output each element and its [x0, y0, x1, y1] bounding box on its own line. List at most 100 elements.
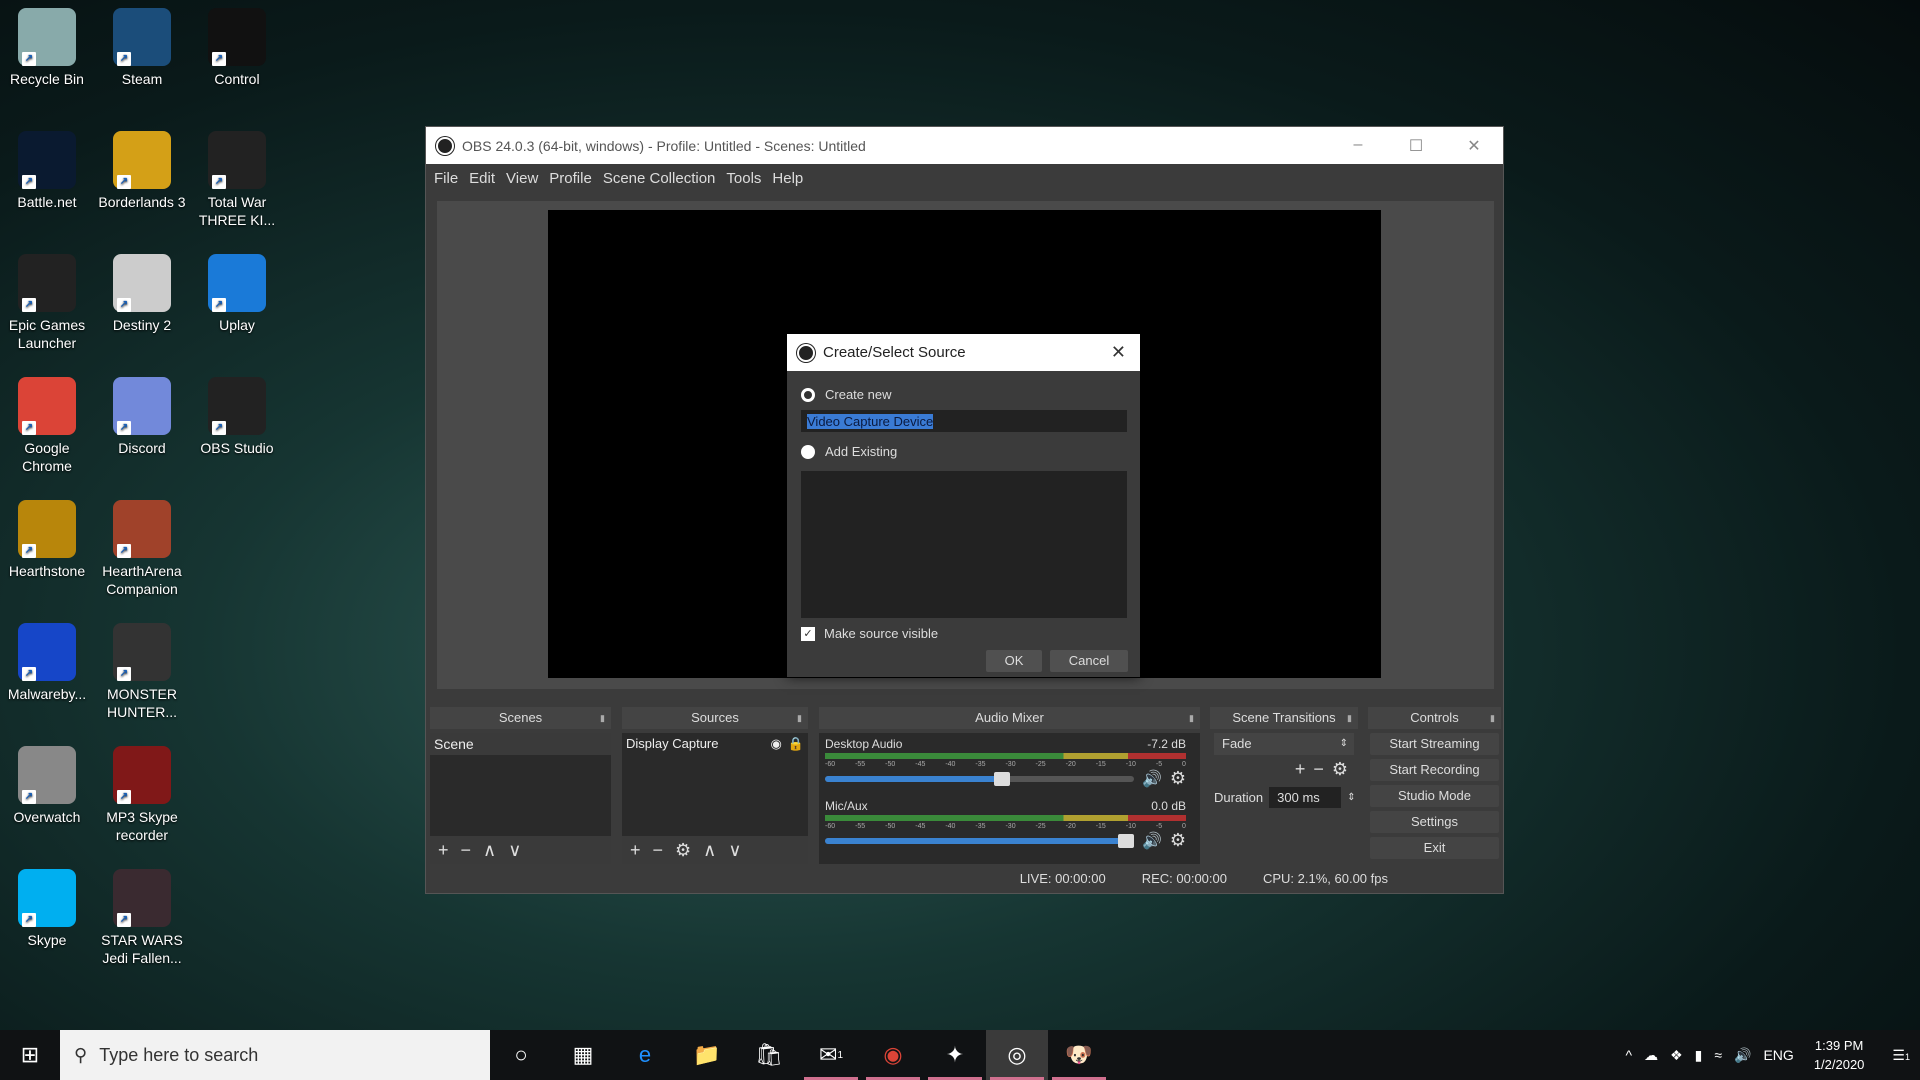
battery-icon[interactable]: ▮: [1695, 1047, 1703, 1064]
existing-sources-list[interactable]: [801, 471, 1127, 618]
float-icon[interactable]: ▮: [797, 707, 802, 729]
duration-spinner[interactable]: ⇕: [1347, 792, 1355, 803]
desktop-icon[interactable]: ↗ Google Chrome: [0, 373, 94, 475]
desktop-icon[interactable]: ↗ Destiny 2: [95, 250, 189, 334]
desktop-icon[interactable]: ↗ MP3 Skype recorder: [95, 742, 189, 844]
dialog-close-button[interactable]: ✕: [1111, 342, 1126, 363]
search-box[interactable]: ⚲ Type here to search: [60, 1030, 490, 1080]
desktop-icon[interactable]: ↗ MONSTER HUNTER...: [95, 619, 189, 721]
menu-edit[interactable]: Edit: [469, 170, 495, 187]
edge-icon[interactable]: e: [614, 1030, 676, 1080]
task-view-icon[interactable]: ▦: [552, 1030, 614, 1080]
remove-icon[interactable]: −: [461, 840, 472, 861]
speaker-icon[interactable]: 🔊: [1142, 769, 1162, 789]
gear-icon[interactable]: ⚙: [675, 840, 691, 861]
start-button[interactable]: ⊞: [0, 1030, 60, 1080]
desktop-icon[interactable]: ↗ Recycle Bin: [0, 4, 94, 88]
store-icon[interactable]: 🛍: [738, 1030, 800, 1080]
start-recording-button[interactable]: Start Recording: [1370, 759, 1499, 781]
float-icon[interactable]: ▮: [1189, 707, 1194, 729]
volume-icon[interactable]: 🔊: [1734, 1047, 1751, 1064]
create-new-radio[interactable]: Create new: [801, 387, 891, 402]
menu-help[interactable]: Help: [772, 170, 803, 187]
onedrive-icon[interactable]: ☁: [1644, 1047, 1658, 1064]
remove-icon[interactable]: −: [1313, 759, 1324, 780]
desktop-icon[interactable]: ↗ Control: [190, 4, 284, 88]
remove-icon[interactable]: −: [653, 840, 664, 861]
gear-icon[interactable]: ⚙: [1170, 830, 1186, 851]
desktop-icon[interactable]: ↗ STAR WARS Jedi Fallen...: [95, 865, 189, 967]
desktop-icon[interactable]: ↗ HearthArena Companion: [95, 496, 189, 598]
cancel-button[interactable]: Cancel: [1050, 650, 1128, 672]
desktop-icon[interactable]: ↗ Steam: [95, 4, 189, 88]
desktop-icon[interactable]: ↗ Discord: [95, 373, 189, 457]
dropbox-icon[interactable]: ❖: [1670, 1047, 1683, 1064]
volume-slider[interactable]: [825, 771, 1134, 786]
shortcut-arrow-icon: ↗: [22, 421, 36, 435]
mail-icon[interactable]: ✉ 1: [800, 1030, 862, 1080]
studio-mode-button[interactable]: Studio Mode: [1370, 785, 1499, 807]
gear-icon[interactable]: ⚙: [1170, 768, 1186, 789]
add-icon[interactable]: +: [438, 840, 449, 861]
desktop-icon[interactable]: ↗ Hearthstone: [0, 496, 94, 580]
close-button[interactable]: ✕: [1445, 136, 1503, 156]
move-down-icon[interactable]: ∨: [508, 840, 521, 861]
move-up-icon[interactable]: ∧: [483, 840, 496, 861]
obs-taskbar-icon[interactable]: ◎: [986, 1030, 1048, 1080]
make-visible-checkbox[interactable]: ✓ Make source visible: [801, 626, 938, 641]
desktop-icon-label: Steam: [121, 71, 163, 87]
exit-button[interactable]: Exit: [1370, 837, 1499, 859]
shortcut-arrow-icon: ↗: [212, 298, 226, 312]
file-explorer-icon[interactable]: 📁: [676, 1030, 738, 1080]
transition-select[interactable]: Fade ⇕: [1214, 733, 1354, 755]
float-icon[interactable]: ▮: [1490, 707, 1495, 729]
maximize-button[interactable]: ☐: [1387, 136, 1445, 156]
desktop-icon[interactable]: ↗ Overwatch: [0, 742, 94, 826]
scene-item[interactable]: Scene: [430, 733, 611, 755]
source-name-input[interactable]: Video Capture Device: [801, 410, 1127, 432]
menu-tools[interactable]: Tools: [726, 170, 761, 187]
desktop-icon[interactable]: ↗ OBS Studio: [190, 373, 284, 457]
clock[interactable]: 1:39 PM 1/2/2020: [1814, 1036, 1865, 1074]
float-icon[interactable]: ▮: [600, 707, 605, 729]
desktop-icon[interactable]: ↗ Total War THREE KI...: [190, 127, 284, 229]
source-item[interactable]: Display Capture ◉ 🔒: [622, 733, 808, 755]
tick-label: -5: [1155, 823, 1163, 830]
menu-file[interactable]: File: [434, 170, 458, 187]
menu-view[interactable]: View: [506, 170, 538, 187]
float-icon[interactable]: ▮: [1347, 707, 1352, 729]
desktop-icon[interactable]: ↗ Battle.net: [0, 127, 94, 211]
duration-input[interactable]: 300 ms: [1269, 787, 1342, 808]
show-hidden-icons[interactable]: ^: [1625, 1047, 1632, 1063]
eye-icon[interactable]: ◉: [770, 733, 781, 755]
desktop-icon[interactable]: ↗ Uplay: [190, 250, 284, 334]
app-icon: ↗: [18, 869, 76, 927]
desktop-icon[interactable]: ↗ Epic Games Launcher: [0, 250, 94, 352]
speaker-icon[interactable]: 🔊: [1142, 831, 1162, 851]
menu-scene-collection[interactable]: Scene Collection: [603, 170, 716, 187]
add-existing-radio[interactable]: Add Existing: [801, 444, 897, 459]
desktop-icon[interactable]: ↗ Malwareby...: [0, 619, 94, 703]
gear-icon[interactable]: ⚙: [1332, 759, 1348, 780]
source-name: Display Capture: [626, 736, 719, 751]
chrome-icon[interactable]: ◉: [862, 1030, 924, 1080]
lock-icon[interactable]: 🔒: [788, 733, 804, 755]
language-indicator[interactable]: ENG: [1763, 1047, 1793, 1063]
menu-profile[interactable]: Profile: [549, 170, 592, 187]
move-up-icon[interactable]: ∧: [703, 840, 716, 861]
gimp-icon[interactable]: 🐶: [1048, 1030, 1110, 1080]
settings-button[interactable]: Settings: [1370, 811, 1499, 833]
move-down-icon[interactable]: ∨: [728, 840, 741, 861]
notifications-icon[interactable]: ☰1: [1892, 1047, 1910, 1064]
desktop-icon[interactable]: ↗ Borderlands 3: [95, 127, 189, 211]
ok-button[interactable]: OK: [986, 650, 1042, 672]
slack-icon[interactable]: ✦: [924, 1030, 986, 1080]
add-icon[interactable]: +: [630, 840, 641, 861]
minimize-button[interactable]: –: [1329, 136, 1387, 156]
desktop-icon[interactable]: ↗ Skype: [0, 865, 94, 949]
volume-slider[interactable]: [825, 833, 1134, 848]
start-streaming-button[interactable]: Start Streaming: [1370, 733, 1499, 755]
cortana-icon[interactable]: ○: [490, 1030, 552, 1080]
add-icon[interactable]: +: [1295, 759, 1306, 780]
wifi-icon[interactable]: ≈: [1714, 1047, 1722, 1063]
